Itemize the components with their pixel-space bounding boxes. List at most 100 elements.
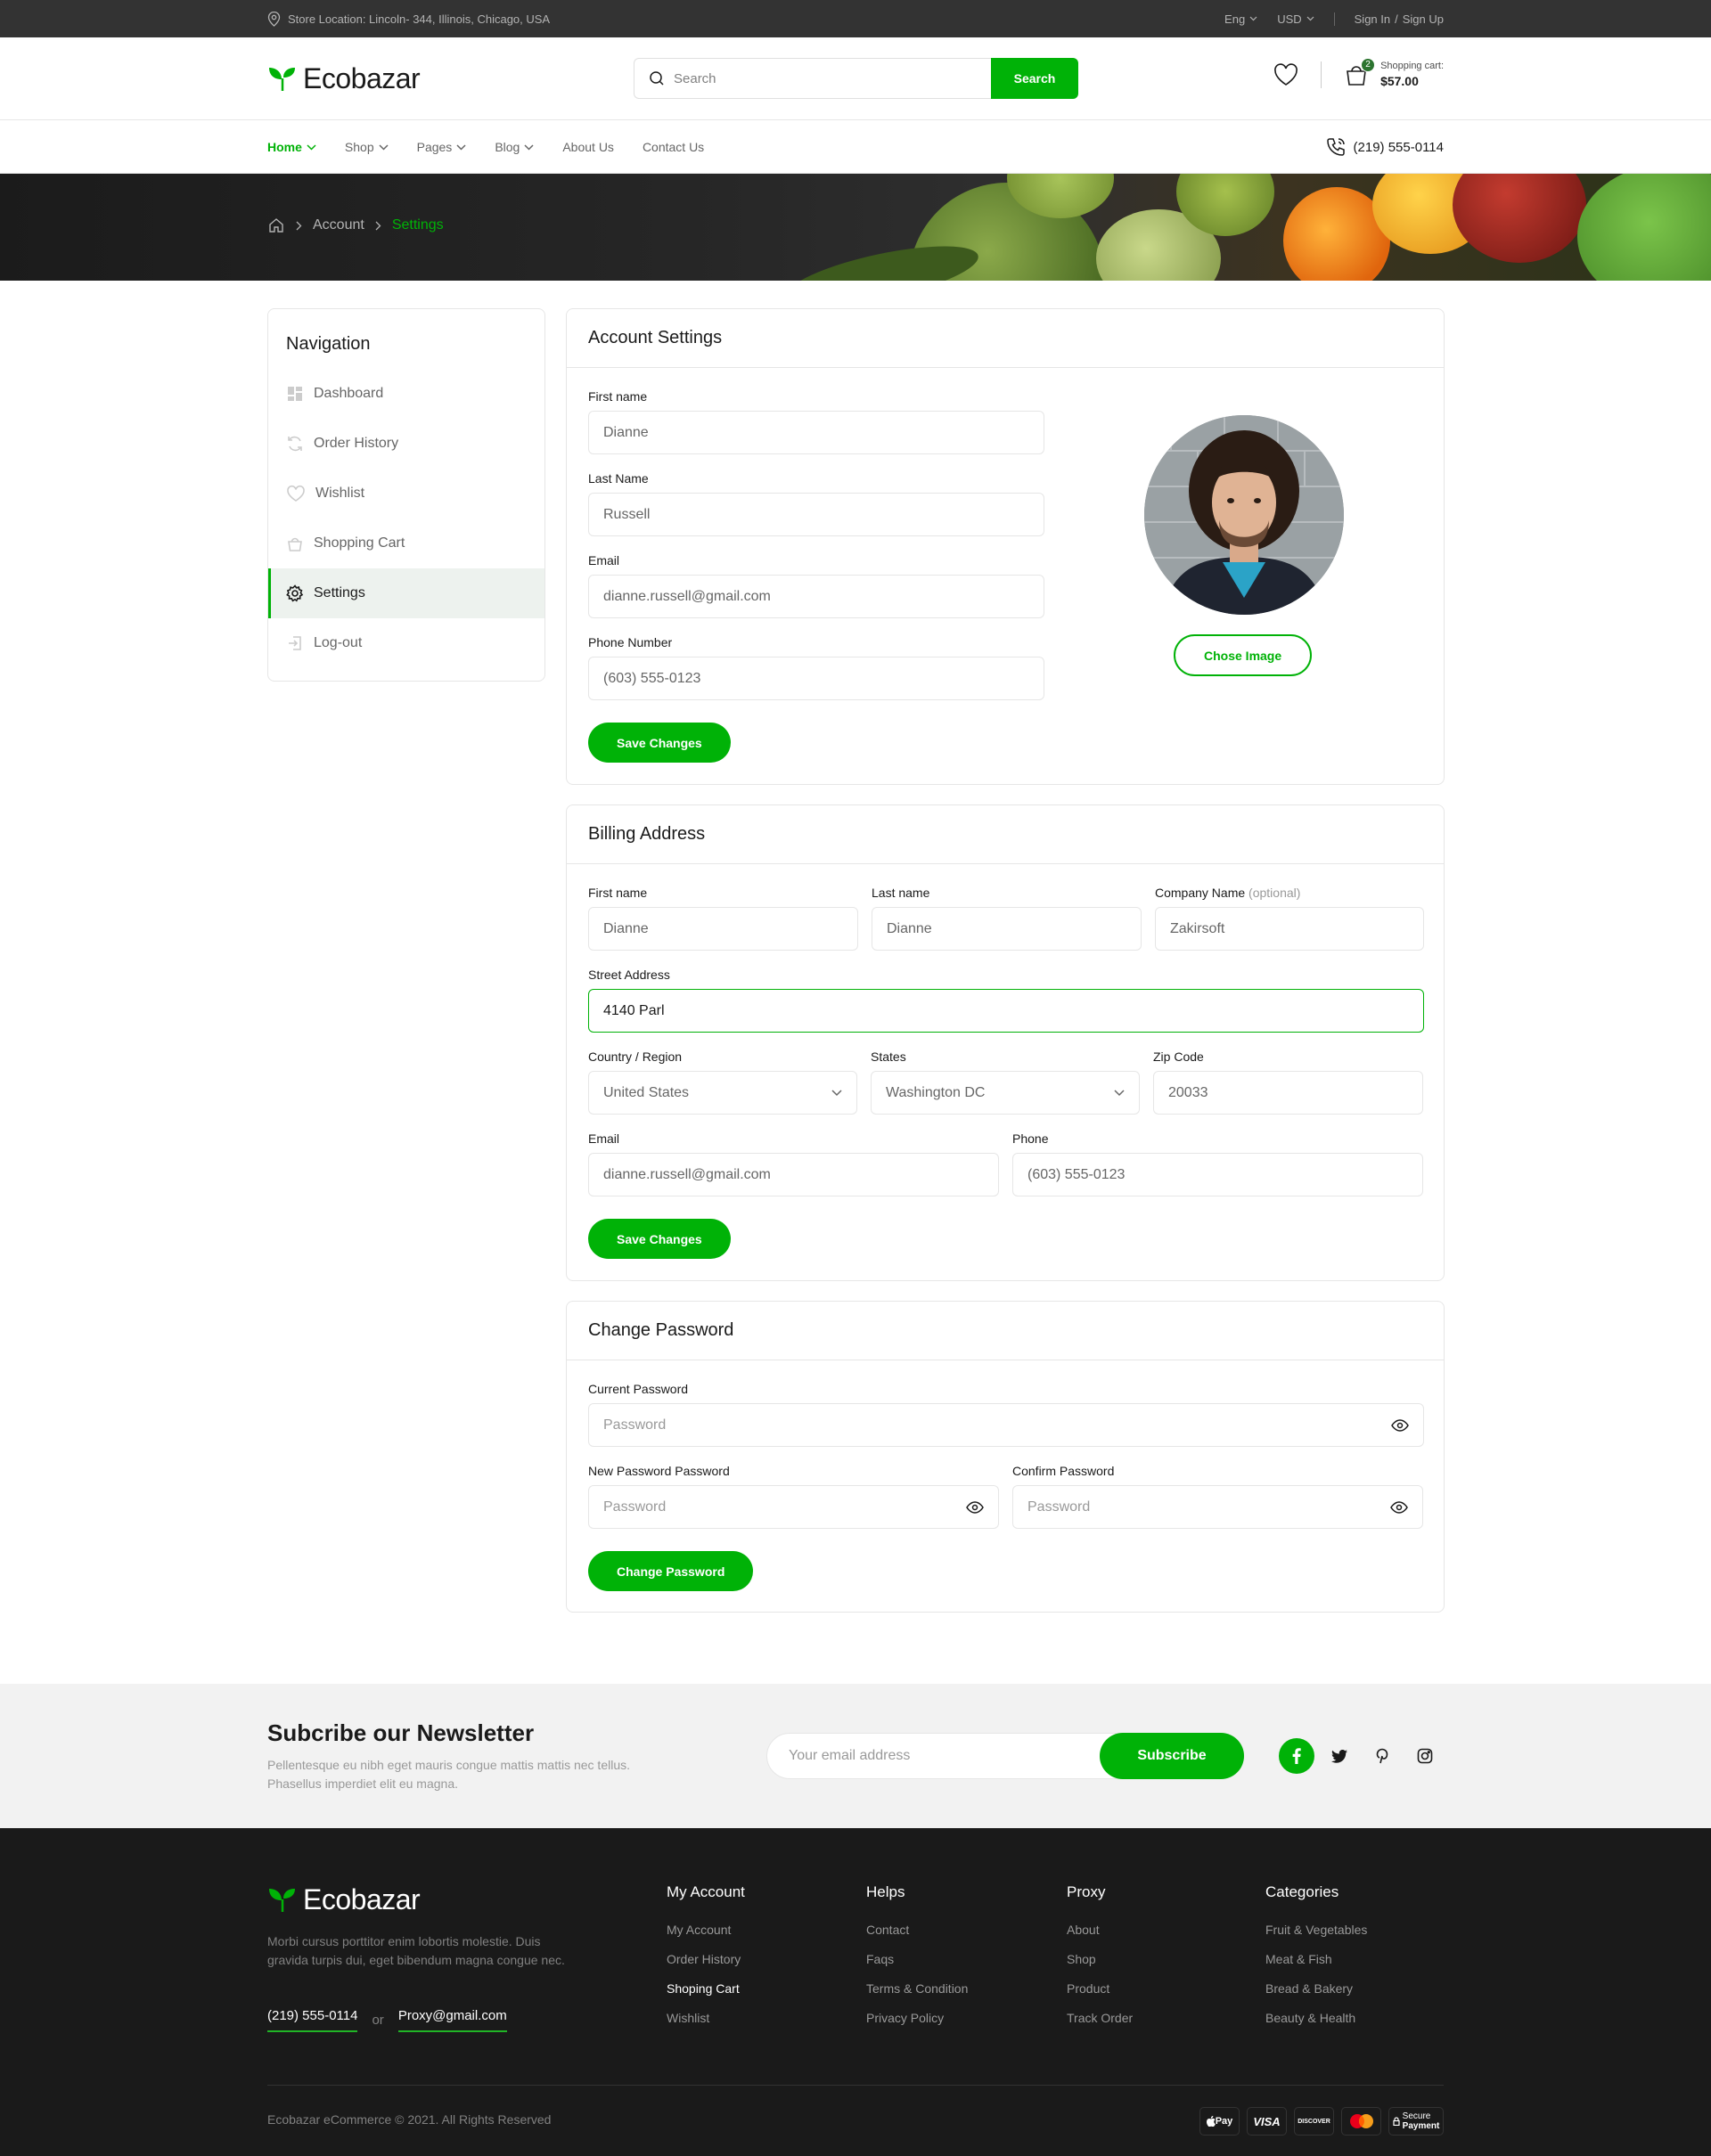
footer-link[interactable]: Bread & Bakery <box>1265 1981 1367 2011</box>
nav-contact[interactable]: Contact Us <box>643 140 704 154</box>
nav-contact-label: Contact Us <box>642 140 705 154</box>
change-password-button[interactable]: Change Password <box>588 1551 754 1591</box>
company-field[interactable]: Zakirsoft <box>1155 907 1424 951</box>
search-field[interactable] <box>634 58 991 99</box>
footer-link[interactable]: Product <box>1067 1981 1133 2011</box>
twitter-icon[interactable] <box>1322 1738 1357 1774</box>
footer-link[interactable]: Order History <box>667 1952 745 1981</box>
footer-link[interactable]: Wishlist <box>667 2011 745 2040</box>
nav-about[interactable]: About Us <box>562 140 614 154</box>
pinterest-icon[interactable] <box>1364 1738 1400 1774</box>
eye-icon[interactable] <box>1391 1418 1409 1432</box>
search-input[interactable] <box>674 70 941 86</box>
subscribe-button[interactable]: Subscribe <box>1100 1733 1244 1779</box>
footer-link[interactable]: Beauty & Health <box>1265 2011 1367 2040</box>
copyright: Ecobazar eCommerce © 2021. All Rights Re… <box>267 2112 552 2127</box>
discover-label: DISCOVER <box>1298 2118 1330 2125</box>
state-select[interactable]: Washington DC <box>871 1071 1140 1115</box>
billing-phone-field[interactable]: (603) 555-0123 <box>1012 1153 1423 1196</box>
billing-first-name-field[interactable]: Dianne <box>588 907 858 951</box>
language-value: Eng <box>1224 12 1246 26</box>
footer-link[interactable]: Contact <box>866 1923 968 1952</box>
home-icon[interactable] <box>267 216 285 234</box>
phone-value: (603) 555-0123 <box>603 670 701 686</box>
footer: Ecobazar Morbi cursus porttitor enim lob… <box>0 1828 1711 2156</box>
street-address-field[interactable]: 4140 Parl <box>588 989 1424 1033</box>
brand-name: Ecobazar <box>303 62 421 94</box>
phone-field[interactable]: (603) 555-0123 <box>588 657 1044 700</box>
nav-pages[interactable]: Pages <box>417 140 467 154</box>
confirm-password-placeholder: Password <box>1027 1499 1091 1515</box>
mastercard-icon <box>1341 2107 1381 2136</box>
breadcrumb: Account Settings <box>267 216 444 234</box>
confirm-password-field[interactable]: Password <box>1012 1485 1423 1529</box>
newsletter-section: Subcribe our Newsletter Pellentesque eu … <box>0 1684 1711 1828</box>
nav-shop-label: Shop <box>344 140 374 154</box>
eye-icon[interactable] <box>1390 1500 1408 1514</box>
sidebar-item-shopping-cart[interactable]: Shopping Cart <box>268 519 544 568</box>
sidebar-item-label: Settings <box>314 585 365 600</box>
chose-image-button[interactable]: Chose Image <box>1174 634 1313 676</box>
footer-link[interactable]: Meat & Fish <box>1265 1952 1367 1981</box>
sidebar-item-dashboard[interactable]: Dashboard <box>268 369 544 419</box>
footer-link[interactable]: Privacy Policy <box>866 2011 968 2040</box>
save-changes-button[interactable]: Save Changes <box>588 723 731 763</box>
footer-link[interactable]: Shop <box>1067 1952 1133 1981</box>
sign-up-link[interactable]: Sign Up <box>1403 12 1444 26</box>
billing-last-name-field[interactable]: Dianne <box>872 907 1142 951</box>
account-settings-title: Account Settings <box>567 309 1444 368</box>
sidebar-item-order-history[interactable]: Order History <box>268 419 544 469</box>
footer-link[interactable]: Fruit & Vegetables <box>1265 1923 1367 1952</box>
shopping-cart[interactable]: 2 Shopping cart: $57.00 <box>1343 57 1444 88</box>
first-name-field[interactable]: Dianne <box>588 411 1044 454</box>
instagram-icon[interactable] <box>1407 1738 1443 1774</box>
footer-email[interactable]: Proxy@gmail.com <box>397 2008 507 2032</box>
eye-icon[interactable] <box>966 1500 984 1514</box>
chevron-down-icon <box>307 143 316 151</box>
search-button[interactable]: Search <box>991 58 1078 99</box>
new-password-field[interactable]: Password <box>588 1485 999 1529</box>
footer-link[interactable]: Shoping Cart <box>667 1981 745 2011</box>
footer-logo[interactable]: Ecobazar <box>267 1883 421 1916</box>
country-select[interactable]: United States <box>588 1071 857 1115</box>
currency-select[interactable]: USD <box>1277 12 1314 26</box>
sidebar-item-logout[interactable]: Log-out <box>268 618 544 668</box>
footer-link[interactable]: My Account <box>667 1923 745 1952</box>
nav-shop[interactable]: Shop <box>345 140 389 154</box>
chevron-down-icon <box>1306 16 1314 21</box>
store-location-text: Store Location: Lincoln- 344, Illinois, … <box>288 12 551 26</box>
facebook-icon[interactable] <box>1279 1738 1314 1774</box>
chevron-down-icon <box>831 1089 842 1097</box>
top-bar: Store Location: Lincoln- 344, Illinois, … <box>0 0 1711 37</box>
sidebar-item-settings[interactable]: Settings <box>268 568 544 618</box>
zip-field[interactable]: 20033 <box>1153 1071 1423 1115</box>
map-pin-icon <box>267 11 281 27</box>
footer-column-my-account: My Account My Account Order History Shop… <box>667 1883 745 2040</box>
footer-column-categories: Categories Fruit & Vegetables Meat & Fis… <box>1265 1883 1367 2040</box>
sidebar-item-label: Dashboard <box>314 386 384 401</box>
logo[interactable]: Ecobazar <box>267 62 421 95</box>
footer-link[interactable]: Faqs <box>866 1952 968 1981</box>
billing-save-button[interactable]: Save Changes <box>588 1219 731 1259</box>
heart-icon[interactable] <box>1273 62 1299 87</box>
sign-in-link[interactable]: Sign In <box>1355 12 1390 26</box>
store-location: Store Location: Lincoln- 344, Illinois, … <box>267 11 551 27</box>
current-password-field[interactable]: Password <box>588 1403 1424 1447</box>
banner-veg <box>1577 174 1711 281</box>
footer-column-title: Categories <box>1265 1883 1339 1900</box>
email-field[interactable]: dianne.russell@gmail.com <box>588 575 1044 618</box>
footer-link[interactable]: Track Order <box>1067 2011 1133 2040</box>
chevron-down-icon <box>524 143 534 151</box>
newsletter-email-input[interactable]: Your email address <box>789 1748 910 1764</box>
nav-home[interactable]: Home <box>267 140 316 154</box>
header-phone[interactable]: (219) 555-0114 <box>1325 136 1444 158</box>
breadcrumb-account[interactable]: Account <box>313 217 364 233</box>
last-name-field[interactable]: Russell <box>588 493 1044 536</box>
nav-blog[interactable]: Blog <box>495 140 534 154</box>
footer-link[interactable]: About <box>1067 1923 1133 1952</box>
footer-phone[interactable]: (219) 555-0114 <box>267 2008 358 2032</box>
billing-email-field[interactable]: dianne.russell@gmail.com <box>588 1153 999 1196</box>
sidebar-item-wishlist[interactable]: Wishlist <box>268 469 544 519</box>
language-select[interactable]: Eng <box>1224 12 1257 26</box>
footer-link[interactable]: Terms & Condition <box>866 1981 968 2011</box>
